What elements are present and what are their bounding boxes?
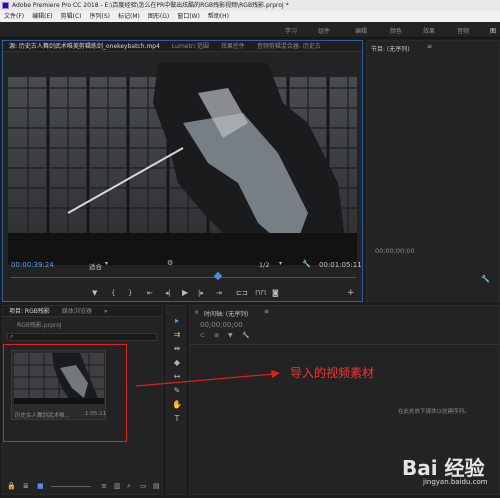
annotation-arrow bbox=[135, 370, 280, 387]
highlight-box bbox=[3, 344, 127, 442]
mark-in-icon[interactable]: { bbox=[111, 289, 115, 297]
menu-graphics[interactable]: 图形(G) bbox=[144, 11, 173, 22]
tab-lumetri-scopes[interactable]: Lumetri 范围 bbox=[166, 41, 215, 51]
icon-view-icon[interactable]: ■ bbox=[37, 482, 44, 490]
step-back-icon[interactable]: ◂| bbox=[165, 289, 171, 297]
transport-controls: ▼ { } ⇤ ◂| ▶ |▸ ⇥ ⊏⊐ ⊓⊓ ◙ + bbox=[7, 288, 360, 300]
overwrite-icon[interactable]: ⊓⊓ bbox=[255, 289, 266, 297]
menu-marker[interactable]: 标记(M) bbox=[114, 11, 144, 22]
scrub-bar[interactable] bbox=[7, 271, 360, 282]
fit-chevron-icon[interactable]: ▾ bbox=[105, 260, 108, 267]
timeline-divider bbox=[190, 344, 500, 345]
workspace-color[interactable]: 颜色 bbox=[390, 26, 402, 35]
program-monitor-panel: 节目: (无序列) ≡ 00;00;00;00 🔧 bbox=[366, 40, 500, 302]
window-title-bar: Adobe Premiere Pro CC 2018 - E:\百度经验\怎么在… bbox=[0, 0, 500, 11]
menu-file[interactable]: 文件(F) bbox=[0, 11, 28, 22]
search-icon: ⌕ bbox=[10, 333, 14, 340]
new-bin-icon[interactable]: ▭ bbox=[140, 482, 147, 490]
mark-out-icon[interactable]: } bbox=[128, 289, 132, 297]
resolution-chevron-icon[interactable]: ▾ bbox=[279, 260, 282, 267]
play-icon[interactable]: ▶ bbox=[182, 288, 188, 297]
program-monitor-title[interactable]: 节目: (无序列) bbox=[371, 44, 410, 53]
workspace-learn[interactable]: 学习 bbox=[285, 26, 297, 35]
snap-icon[interactable]: ⊂ bbox=[200, 332, 205, 339]
baidu-watermark-logo: Bai 经验 bbox=[402, 456, 485, 480]
tab-audio-clip-mixer[interactable]: 音频剪辑混合器: 历史古 bbox=[251, 41, 327, 51]
hand-tool-icon[interactable]: ✋ bbox=[171, 400, 183, 410]
wrench-icon[interactable]: 🔧 bbox=[302, 260, 311, 268]
panel-menu-icon[interactable]: ≡ bbox=[427, 43, 432, 50]
annotation-text: 导入的视频素材 bbox=[290, 366, 375, 380]
baidu-watermark-url: jingyan.baidu.com bbox=[423, 478, 488, 486]
workspace-effects[interactable]: 效果 bbox=[423, 26, 435, 35]
close-icon[interactable]: × bbox=[194, 309, 199, 316]
workspace-graphics[interactable]: 图 bbox=[490, 26, 496, 35]
list-view-icon[interactable]: ≣ bbox=[23, 482, 29, 490]
video-preview[interactable] bbox=[8, 63, 357, 265]
menu-edit[interactable]: 编辑(E) bbox=[28, 11, 56, 22]
monitor-tabs: 源: 历史古人舞剑武术唯美剪辑练剑_onekeybatch.mp4 Lumetri… bbox=[3, 41, 362, 52]
timeline-timecode[interactable]: 00;00;00;00 bbox=[200, 321, 243, 329]
tab-effect-controls[interactable]: 效果控件 bbox=[215, 41, 251, 51]
step-forward-icon[interactable]: |▸ bbox=[198, 289, 204, 297]
source-monitor-panel: 源: 历史古人舞剑武术唯美剪辑练剑_onekeybatch.mp4 Lumetri… bbox=[2, 40, 363, 302]
window-title: Adobe Premiere Pro CC 2018 - E:\百度经验\怎么在… bbox=[12, 2, 289, 9]
menu-bar: 文件(F) 编辑(E) 剪辑(C) 序列(S) 标记(M) 图形(G) 窗口(W) 帮助(H) bbox=[0, 11, 500, 22]
workspace-audio[interactable]: 音频 bbox=[457, 26, 469, 35]
sort-icon[interactable]: ≡ bbox=[101, 482, 107, 490]
settings-wrench-icon[interactable]: ⚙ bbox=[167, 259, 173, 267]
fit-dropdown[interactable]: 适合 bbox=[89, 261, 102, 271]
zoom-slider[interactable] bbox=[51, 486, 91, 487]
timeline-settings-icon[interactable]: 🔧 bbox=[242, 332, 249, 339]
monitor-status-row: 00:00:39:24 适合 ▾ ⚙ 1/2 ▾ 🔧 00:01:05:11 bbox=[7, 259, 362, 271]
project-search-input[interactable]: ⌕ bbox=[7, 333, 157, 341]
premiere-app-icon bbox=[2, 2, 9, 9]
program-timecode: 00;00;00;00 bbox=[375, 247, 415, 255]
playhead-timecode[interactable]: 00:00:39:24 bbox=[11, 261, 54, 269]
ripple-edit-tool-icon[interactable]: ⇹ bbox=[171, 344, 183, 354]
project-filename: RGB残影.prproj bbox=[17, 322, 62, 329]
tab-media-browser[interactable]: 媒体浏览器 bbox=[56, 306, 98, 316]
type-tool-icon[interactable]: T bbox=[171, 414, 183, 424]
timeline-title[interactable]: 时间轴: (无序列) bbox=[204, 309, 249, 318]
selection-tool-icon[interactable]: ▸ bbox=[171, 316, 183, 326]
add-marker-timeline-icon[interactable]: ▼ bbox=[228, 332, 233, 339]
add-marker-icon[interactable]: ▼ bbox=[92, 289, 97, 297]
menu-window[interactable]: 窗口(W) bbox=[173, 11, 204, 22]
resolution-dropdown[interactable]: 1/2 bbox=[259, 261, 269, 269]
project-more-icon[interactable]: » bbox=[98, 306, 114, 316]
tools-panel: ▸ ⇉ ⇹ ◆ ↔ ✎ ✋ T bbox=[166, 305, 186, 495]
go-to-out-icon[interactable]: ⇥ bbox=[216, 289, 222, 297]
track-select-tool-icon[interactable]: ⇉ bbox=[171, 330, 183, 340]
menu-sequence[interactable]: 序列(S) bbox=[86, 11, 115, 22]
duration-timecode: 00:01:05:11 bbox=[319, 261, 362, 269]
workspace-assembly[interactable]: 组件 bbox=[318, 26, 330, 35]
video-frame-image bbox=[8, 63, 357, 265]
timeline-menu-icon[interactable]: ≡ bbox=[264, 308, 269, 315]
workspace-editing[interactable]: 编辑 bbox=[355, 26, 367, 35]
tab-source[interactable]: 源: 历史古人舞剑武术唯美剪辑练剑_onekeybatch.mp4 bbox=[3, 41, 166, 51]
menu-clip[interactable]: 剪辑(C) bbox=[57, 11, 86, 22]
playhead-marker[interactable] bbox=[213, 271, 223, 281]
new-item-icon[interactable]: ▤ bbox=[153, 482, 160, 490]
tab-project[interactable]: 项目: RGB残影 bbox=[3, 306, 56, 316]
program-wrench-icon[interactable]: 🔧 bbox=[481, 275, 490, 283]
go-to-in-icon[interactable]: ⇤ bbox=[147, 289, 153, 297]
lock-icon[interactable]: 🔒 bbox=[7, 482, 16, 490]
add-button-icon[interactable]: + bbox=[347, 288, 355, 298]
camera-icon[interactable]: ◙ bbox=[272, 289, 279, 297]
linked-selection-icon[interactable]: ⊛ bbox=[214, 332, 219, 339]
project-tabs: 项目: RGB残影 媒体浏览器» bbox=[3, 306, 162, 317]
insert-icon[interactable]: ⊏⊐ bbox=[236, 289, 248, 297]
menu-help[interactable]: 帮助(H) bbox=[204, 11, 233, 22]
timeline-empty-hint: 在此处放下媒体以创建序列。 bbox=[398, 409, 470, 415]
find-icon[interactable]: ⌕ bbox=[127, 482, 131, 491]
workspace-bar: 学习 组件 编辑 颜色 效果 音频 图 bbox=[0, 22, 500, 38]
automate-icon[interactable]: ▥ bbox=[114, 482, 121, 490]
